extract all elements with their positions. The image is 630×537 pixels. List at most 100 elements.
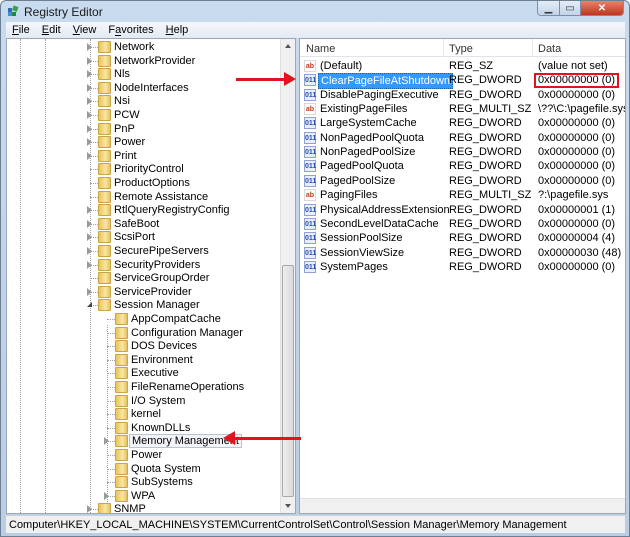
value-row[interactable]: 011 DisablePagingExecutive REG_DWORD 0x0000… [300, 88, 625, 102]
column-header-type[interactable]: Type [449, 43, 473, 55]
value-row[interactable]: 011 SecondLevelDataCache REG_DWORD 0x000000… [300, 217, 625, 231]
tree-item[interactable]: AppCompatCache [7, 312, 282, 326]
menu-file[interactable]: File [6, 24, 36, 36]
maximize-button[interactable]: ▭ [560, 1, 581, 15]
tree-item[interactable]: Configuration Manager [7, 326, 282, 340]
tree-item[interactable]: FileRenameOperations [7, 380, 282, 394]
tree-item[interactable]: ServiceProvider [7, 285, 282, 299]
scrollbar-thumb[interactable] [282, 265, 294, 497]
tree-item[interactable]: WPA [7, 489, 282, 503]
tree-item-label: NodeInterfaces [114, 81, 189, 94]
collapsed-triangle-icon[interactable] [87, 43, 92, 51]
value-row[interactable]: ab ExistingPageFiles REG_MULTI_SZ \??\C:\pa… [300, 102, 625, 116]
tree-item[interactable]: Power [7, 448, 282, 462]
tree-item[interactable]: Nsi [7, 94, 282, 108]
value-type: REG_DWORD [449, 203, 522, 216]
tree-item[interactable]: I/O System [7, 394, 282, 408]
tree-item[interactable]: Quota System [7, 462, 282, 476]
collapsed-triangle-icon[interactable] [87, 111, 92, 119]
value-row[interactable]: 011 PhysicalAddressExtension REG_DWORD 0x00… [300, 203, 625, 217]
column-divider[interactable] [532, 39, 533, 57]
collapsed-triangle-icon[interactable] [87, 219, 92, 228]
expanded-triangle-icon[interactable] [87, 302, 92, 308]
tree-item-label: Nls [114, 68, 130, 81]
collapsed-triangle-icon[interactable] [104, 491, 109, 500]
tree-item[interactable]: ServiceGroupOrder [7, 271, 282, 285]
value-row[interactable]: 011 SessionPoolSize REG_DWORD 0x00000004 (4… [300, 231, 625, 245]
collapsed-triangle-icon[interactable] [87, 83, 92, 92]
value-row[interactable]: 011 LargeSystemCache REG_DWORD 0x00000000 (… [300, 116, 625, 130]
value-name: LargeSystemCache [320, 117, 417, 130]
collapsed-triangle-icon[interactable] [87, 70, 92, 79]
tree-item-label: kernel [131, 408, 161, 421]
value-row[interactable]: 011 SessionViewSize REG_DWORD 0x00000030 (4… [300, 246, 625, 260]
tree-guide-line [107, 427, 115, 429]
collapsed-triangle-icon[interactable] [87, 233, 92, 242]
registry-values-list[interactable]: Name Type Data ab (Default) REG_SZ (value n… [299, 38, 626, 514]
value-row[interactable]: 011 PagedPoolQuota REG_DWORD 0x00000000 (0) [300, 159, 625, 173]
list-horizontal-scrollbar[interactable] [300, 498, 625, 513]
folder-icon [98, 231, 111, 244]
collapsed-triangle-icon[interactable] [87, 287, 92, 296]
tree-item[interactable]: Environment [7, 353, 282, 367]
collapsed-triangle-icon[interactable] [87, 138, 92, 147]
value-row[interactable]: 011 NonPagedPoolSize REG_DWORD 0x00000000 (… [300, 145, 625, 159]
collapsed-triangle-icon[interactable] [87, 260, 92, 269]
menu-favorites[interactable]: Favorites [102, 24, 159, 36]
tree-guide-line [107, 455, 115, 456]
scroll-up-arrow-icon[interactable] [285, 44, 291, 48]
tree-item-label: ScsiPort [114, 231, 155, 244]
collapsed-triangle-icon[interactable] [87, 206, 92, 215]
tree-item[interactable]: DOS Devices [7, 339, 282, 353]
tree-item[interactable]: SecurityProviders [7, 258, 282, 272]
tree-item[interactable]: PCW [7, 108, 282, 122]
value-row[interactable]: ab PagingFiles REG_MULTI_SZ ?:\pagefile.sys [300, 188, 625, 202]
value-row[interactable]: ab (Default) REG_SZ (value not set) [300, 59, 625, 73]
close-button[interactable]: ✕ [581, 1, 623, 15]
value-row[interactable]: 011 PagedPoolSize REG_DWORD 0x00000000 (0) [300, 174, 625, 188]
tree-item[interactable]: PnP [7, 122, 282, 136]
tree-item[interactable]: Executive [7, 366, 282, 380]
column-header-name[interactable]: Name [306, 43, 335, 55]
minimize-button[interactable]: ▁ [538, 1, 560, 15]
collapsed-triangle-icon[interactable] [87, 247, 92, 255]
tree-item[interactable]: NodeInterfaces [7, 81, 282, 95]
tree-item[interactable]: Print [7, 149, 282, 163]
tree-item[interactable]: kernel [7, 407, 282, 421]
tree-item[interactable]: SafeBoot [7, 217, 282, 231]
tree-item[interactable]: ScsiPort [7, 230, 282, 244]
menu-edit[interactable]: Edit [36, 24, 67, 36]
tree-item[interactable]: Remote Assistance [7, 190, 282, 204]
menu-help[interactable]: Help [160, 24, 195, 36]
value-row[interactable]: 011 NonPagedPoolQuota REG_DWORD 0x00000000 … [300, 131, 625, 145]
tree-item[interactable]: PriorityControl [7, 162, 282, 176]
tree-item[interactable]: SecurePipeServers [7, 244, 282, 258]
tree-item[interactable]: Session Manager [7, 298, 282, 312]
collapsed-triangle-icon[interactable] [87, 151, 92, 160]
value-row[interactable]: 011 ClearPageFileAtShutdown REG_DWORD 0x000… [300, 73, 625, 90]
collapsed-triangle-icon[interactable] [104, 437, 109, 446]
menu-view[interactable]: View [67, 24, 103, 36]
tree-item[interactable]: NetworkProvider [7, 54, 282, 68]
tree-item[interactable]: SNMP [7, 502, 282, 513]
tree-item[interactable]: KnownDLLs [7, 421, 282, 435]
folder-icon [98, 81, 111, 94]
collapsed-triangle-icon[interactable] [87, 56, 92, 65]
tree-guide-line [107, 400, 115, 402]
tree-item[interactable]: Power [7, 135, 282, 149]
collapsed-triangle-icon[interactable] [87, 97, 92, 106]
tree-item-label: RtlQueryRegistryConfig [114, 204, 230, 217]
tree-item[interactable]: ProductOptions [7, 176, 282, 190]
tree-vertical-scrollbar[interactable] [280, 39, 295, 513]
tree-item[interactable]: RtlQueryRegistryConfig [7, 203, 282, 217]
column-divider[interactable] [443, 39, 444, 57]
column-header-data[interactable]: Data [538, 43, 561, 55]
folder-icon [115, 449, 128, 461]
registry-key-tree[interactable]: Network NetworkProvider Nls NodeInterfaces N… [6, 38, 296, 514]
tree-item[interactable]: SubSystems [7, 475, 282, 489]
collapsed-triangle-icon[interactable] [87, 505, 92, 513]
tree-item[interactable]: Network [7, 40, 282, 54]
value-row[interactable]: 011 SystemPages REG_DWORD 0x00000000 (0) [300, 260, 625, 274]
collapsed-triangle-icon[interactable] [87, 124, 92, 133]
scroll-down-arrow-icon[interactable] [285, 504, 291, 508]
